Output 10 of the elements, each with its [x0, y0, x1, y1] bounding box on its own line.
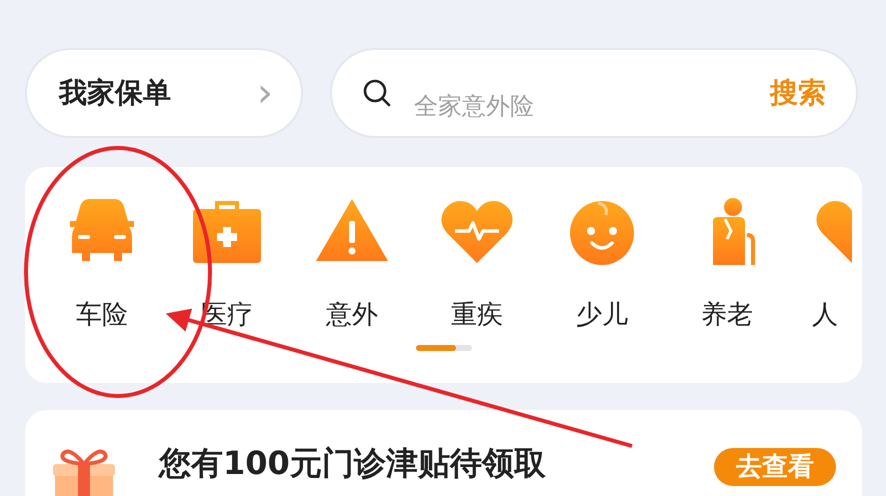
category-label[interactable]: 少儿	[576, 299, 628, 331]
search-icon	[362, 78, 392, 108]
scroll-indicator	[416, 345, 472, 351]
category-label[interactable]: 车险	[76, 299, 128, 331]
category-label[interactable]: 重疾	[451, 299, 503, 331]
my-policy-button[interactable]: 我家保单 ›	[25, 48, 303, 138]
category-label[interactable]: 养老	[701, 299, 753, 331]
category-label[interactable]: 意外	[326, 299, 378, 331]
promo-title: 您有100元门诊津贴待领取	[159, 443, 547, 484]
category-label[interactable]: 人	[812, 299, 838, 331]
